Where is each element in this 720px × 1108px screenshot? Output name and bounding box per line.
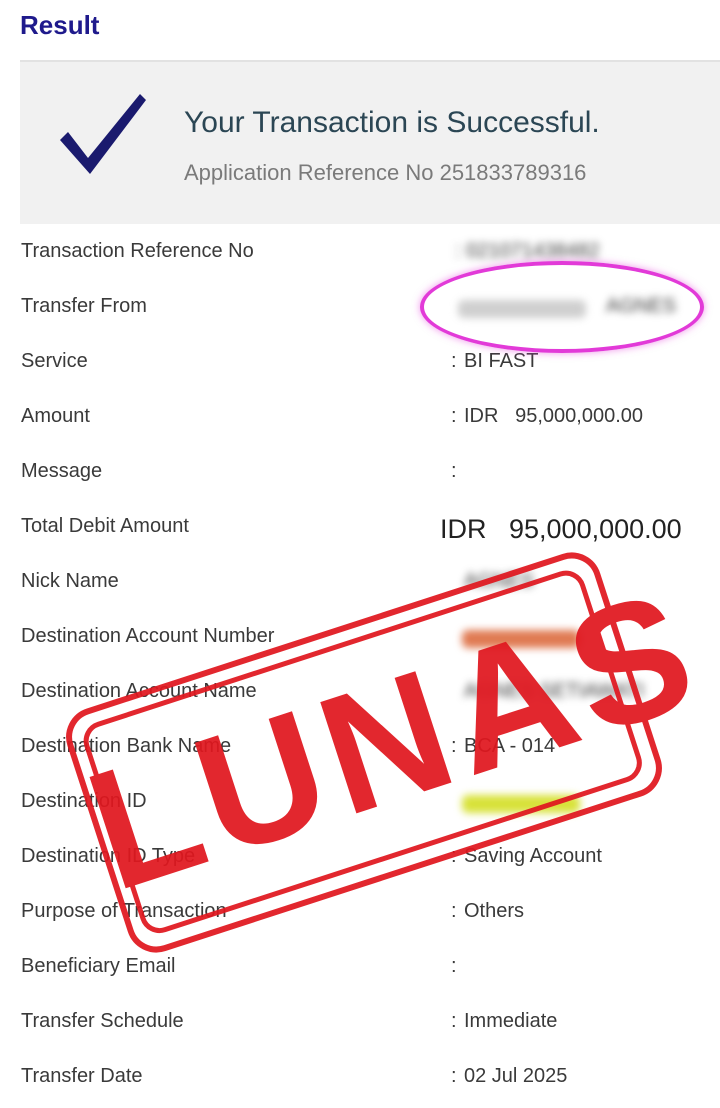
detail-row-total-debit: Total Debit Amount IDR 95,000,000.00	[0, 500, 720, 555]
row-value: BI FAST	[464, 350, 539, 372]
row-label: Transfer Date	[21, 1065, 143, 1087]
row-label: Transaction Reference No	[21, 240, 254, 262]
row-value: 02 Jul 2025	[464, 1065, 568, 1087]
row-value-redacted: : 021071438482	[455, 240, 600, 262]
row-label: Nick Name	[21, 570, 119, 592]
colon-separator: :	[451, 900, 457, 922]
checkmark-icon	[60, 94, 146, 174]
total-debit-value: IDR 95,000,000.00	[440, 514, 682, 544]
detail-row-transfer-schedule: Transfer Schedule : Immediate	[0, 995, 720, 1050]
detail-row-beneficiary-email: Beneficiary Email :	[0, 940, 720, 995]
row-value: Immediate	[464, 1010, 558, 1032]
colon-separator: :	[451, 1065, 457, 1087]
row-value: Others	[464, 900, 525, 922]
row-value: IDR 95,000,000.00	[464, 405, 644, 427]
highlight-circle	[420, 261, 704, 353]
colon-separator: :	[451, 1010, 457, 1032]
detail-row-purpose: Purpose of Transaction : Others	[0, 885, 720, 940]
row-label: Transfer From	[21, 295, 147, 317]
row-label: Beneficiary Email	[21, 955, 176, 977]
colon-separator: :	[451, 350, 457, 372]
colon-separator: :	[451, 955, 457, 977]
colon-separator: :	[451, 460, 457, 482]
row-label: Message	[21, 460, 103, 482]
colon-separator: :	[451, 405, 457, 427]
detail-row-amount: Amount : IDR 95,000,000.00	[0, 390, 720, 445]
page-title: Result	[20, 10, 100, 40]
row-label: Service	[21, 350, 88, 372]
row-label: Amount	[21, 405, 90, 427]
row-value: Saving Account	[464, 845, 602, 867]
row-label: Total Debit Amount	[21, 515, 189, 537]
application-reference: Application Reference No 251833789316	[184, 160, 587, 185]
success-message: Your Transaction is Successful.	[184, 106, 600, 139]
detail-row-transfer-date: Transfer Date : 02 Jul 2025	[0, 1050, 720, 1105]
row-label: Destination Account Number	[21, 625, 275, 647]
detail-row-message: Message :	[0, 445, 720, 500]
success-banner: Your Transaction is Successful. Applicat…	[20, 60, 720, 224]
row-label: Transfer Schedule	[21, 1010, 184, 1032]
